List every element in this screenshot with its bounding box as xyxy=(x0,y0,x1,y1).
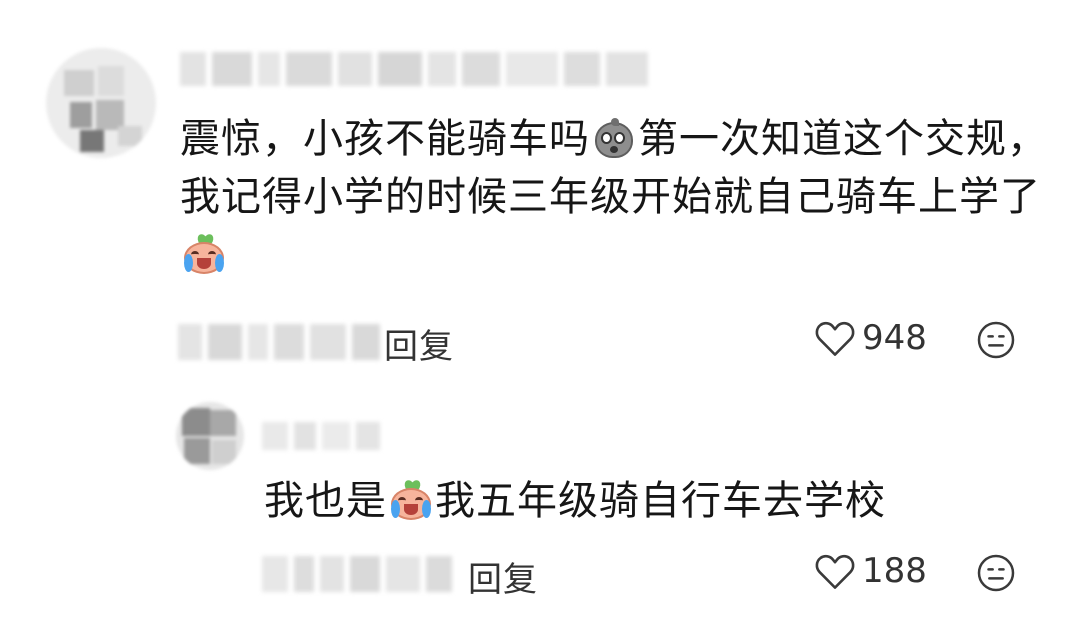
comment-meta xyxy=(262,556,452,592)
heart-outline-icon xyxy=(814,551,856,591)
like-button[interactable]: 188 xyxy=(814,551,927,591)
comment-text: 震惊，小孩不能骑车吗 第一次知道这个交规， 我记得小学的时候三年级开始就自己骑车上… xyxy=(180,110,1048,284)
crying-laugh-emoji-icon xyxy=(389,478,433,520)
like-button[interactable]: 948 xyxy=(814,318,927,358)
reply-button[interactable]: 回复 xyxy=(468,552,538,601)
neutral-face-icon[interactable] xyxy=(976,320,1016,360)
comment-meta xyxy=(178,324,380,360)
crying-laugh-emoji-icon xyxy=(182,232,226,274)
comment-line-3 xyxy=(180,226,1048,284)
comment-line-1: 我也是 我五年级骑自行车去学校 xyxy=(264,478,886,524)
comment-text: 我也是 我五年级骑自行车去学校 xyxy=(264,472,886,530)
username[interactable] xyxy=(262,422,380,450)
like-count: 188 xyxy=(862,551,927,591)
reply-button[interactable]: 回复 xyxy=(384,319,454,368)
username[interactable] xyxy=(180,52,648,86)
heart-outline-icon xyxy=(814,318,856,358)
like-count: 948 xyxy=(862,318,927,358)
comment-line-1: 震惊，小孩不能骑车吗 第一次知道这个交规， xyxy=(180,116,1048,162)
avatar[interactable] xyxy=(46,48,156,158)
avatar[interactable] xyxy=(176,402,244,470)
neutral-face-icon[interactable] xyxy=(976,553,1016,593)
shocked-blob-emoji-icon xyxy=(592,118,636,158)
comment-line-2: 我记得小学的时候三年级开始就自己骑车上学了 xyxy=(180,174,1041,220)
